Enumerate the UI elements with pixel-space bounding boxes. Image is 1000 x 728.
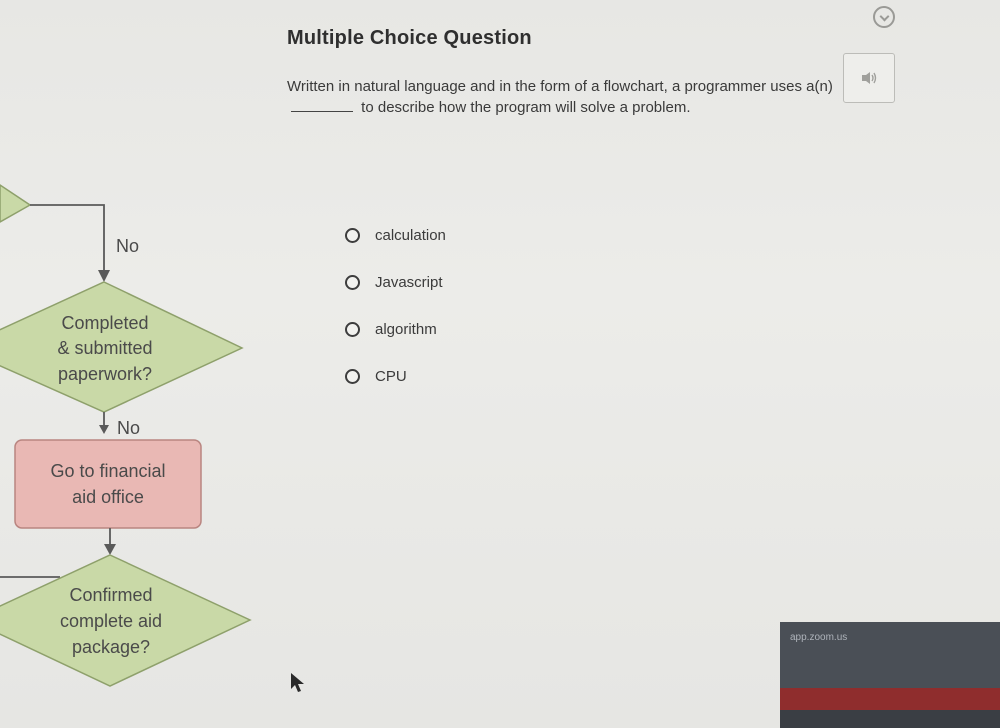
- question-prompt: Written in natural language and in the f…: [287, 76, 847, 118]
- flowchart: No Completed & submitted paperwork? No G…: [0, 184, 252, 687]
- taskbar-bottom: [780, 710, 1000, 728]
- circle-check-icon[interactable]: [873, 6, 895, 28]
- option-label: algorithm: [375, 320, 437, 338]
- decision-2-line-3: package?: [72, 637, 150, 657]
- option-label: calculation: [375, 226, 446, 244]
- taskbar-app-label[interactable]: app.zoom.us: [790, 632, 847, 643]
- radio-button[interactable]: [345, 368, 360, 384]
- process-go-to-financial-aid: [14, 439, 202, 529]
- option-algorithm[interactable]: algorithm: [345, 318, 446, 340]
- answer-blank: [291, 111, 353, 112]
- branch-label-mid: No: [117, 418, 140, 438]
- arrowhead-mid: [99, 425, 109, 434]
- question-text-after-blank: to describe how the program will solve a…: [361, 99, 691, 116]
- taskbar-strip: [780, 688, 1000, 710]
- option-calculation[interactable]: calculation: [345, 224, 446, 246]
- decision-1-line-3: paperwork?: [58, 364, 152, 384]
- option-cpu[interactable]: CPU: [345, 365, 446, 387]
- answer-options: calculation Javascript algorithm CPU: [345, 224, 446, 412]
- decision-2-line-2: complete aid: [60, 611, 162, 631]
- mouse-pointer-icon: [291, 673, 304, 692]
- process-1-line-1: Go to financial: [50, 461, 165, 481]
- decision-1-line-1: Completed: [61, 313, 148, 333]
- decision-2-line-1: Confirmed: [69, 585, 152, 605]
- radio-button[interactable]: [345, 321, 360, 337]
- screen: No Completed & submitted paperwork? No G…: [0, 0, 1000, 728]
- process-1-line-2: aid office: [72, 487, 144, 507]
- radio-button[interactable]: [345, 274, 360, 290]
- radio-button[interactable]: [345, 227, 360, 243]
- question-text-before-blank: Written in natural language and in the f…: [287, 78, 833, 95]
- flowchart-top-partial-shape: [0, 184, 32, 223]
- arrowhead-bottom: [104, 544, 116, 555]
- connector-top: [30, 204, 105, 272]
- taskbar-overlay: app.zoom.us: [780, 622, 1000, 728]
- decision-1-line-2: & submitted: [57, 338, 152, 358]
- read-aloud-button[interactable]: [843, 53, 895, 103]
- option-label: Javascript: [375, 273, 443, 291]
- option-label: CPU: [375, 367, 407, 385]
- speaker-icon: [862, 72, 877, 84]
- question-title: Multiple Choice Question: [287, 27, 532, 49]
- option-javascript[interactable]: Javascript: [345, 271, 446, 293]
- arrowhead-top: [98, 270, 110, 282]
- branch-label-top: No: [116, 236, 139, 256]
